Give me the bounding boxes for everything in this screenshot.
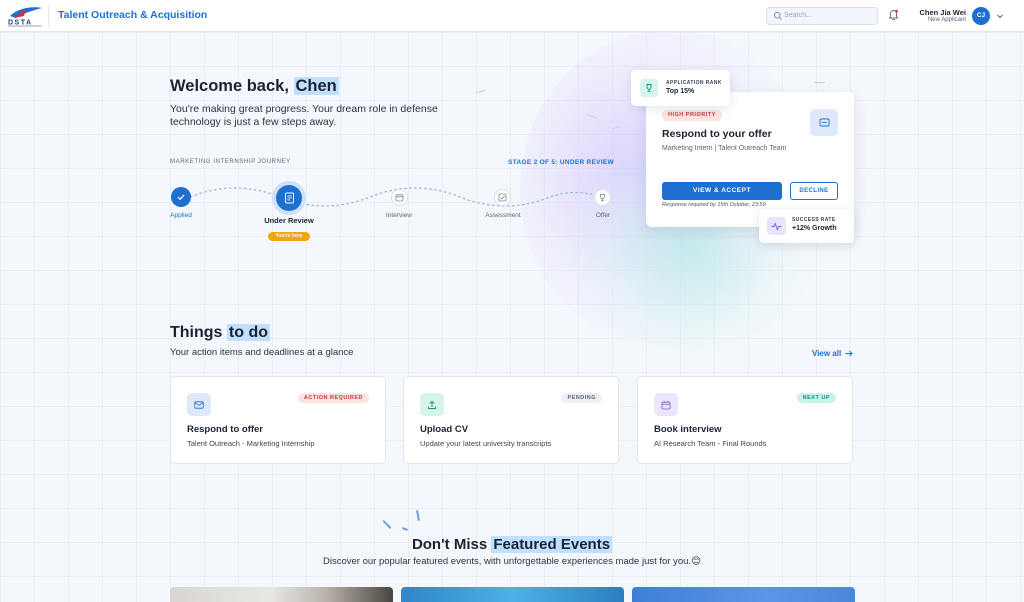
offer-deadline: Response required by 15th October, 23:59 xyxy=(662,202,766,208)
bell-icon[interactable] xyxy=(888,9,899,21)
event-image[interactable] xyxy=(632,587,855,602)
todo-heading: Things to do xyxy=(170,324,270,342)
logo-text: DSTA xyxy=(8,20,33,27)
upload-icon xyxy=(420,393,444,416)
step-assessment[interactable] xyxy=(494,189,511,206)
mail-icon xyxy=(187,393,211,416)
step-applied[interactable] xyxy=(171,187,191,207)
view-accept-button[interactable]: VIEW & ACCEPT xyxy=(662,182,782,200)
smile-emoji: 😊 xyxy=(691,556,701,567)
search-placeholder: Search... xyxy=(784,12,813,19)
event-image[interactable] xyxy=(170,587,393,602)
app-title[interactable]: Talent Outreach & Acquisition xyxy=(58,9,207,21)
trophy-icon xyxy=(640,79,658,97)
action-required-badge: ACTION REQUIRED xyxy=(297,393,369,403)
task-subtitle: AI Research Team - Final Rounds xyxy=(654,439,767,448)
application-rank-card: APPLICATION RANK Top 15% xyxy=(631,70,730,106)
stage-label: STAGE 2 OF 5: UNDER REVIEW xyxy=(508,159,614,166)
search-icon xyxy=(773,11,782,20)
chevron-down-icon[interactable] xyxy=(996,12,1004,20)
offer-card: HIGH PRIORITY Respond to your offer Mark… xyxy=(646,92,854,227)
search-input[interactable]: Search... xyxy=(766,7,878,25)
welcome-name: Chen xyxy=(293,77,339,95)
events-title-highlight: Featured Events xyxy=(491,536,613,553)
pending-badge: PENDING xyxy=(561,393,602,403)
task-subtitle: Talent Outreach - Marketing Internship xyxy=(187,439,315,448)
divider xyxy=(48,5,49,27)
grid-background xyxy=(0,32,1024,602)
step-label-assessment: Assessment xyxy=(485,212,521,219)
step-interview[interactable] xyxy=(391,189,408,206)
todo-title-prefix: Things xyxy=(170,324,223,341)
trophy-icon xyxy=(600,193,605,202)
journey-label: MARKETING INTERNSHIP JOURNEY xyxy=(170,159,291,165)
next-up-badge: NEXT UP xyxy=(796,393,836,403)
task-card-book-interview[interactable]: NEXT UP Book interview AI Research Team … xyxy=(637,376,853,464)
task-title: Respond to offer xyxy=(187,424,263,435)
document-icon xyxy=(284,192,294,204)
rank-value: Top 15% xyxy=(666,88,695,95)
priority-badge: HIGH PRIORITY xyxy=(662,110,722,121)
avatar[interactable]: CJ xyxy=(972,7,990,25)
step-offer[interactable] xyxy=(594,189,611,206)
events-heading: Don't Miss Featured Events xyxy=(0,536,1024,553)
step-under-review[interactable] xyxy=(276,185,302,211)
arrow-right-icon xyxy=(845,350,854,356)
calendar-icon xyxy=(654,393,678,416)
calendar-icon xyxy=(395,194,404,202)
step-label-applied: Applied xyxy=(170,212,192,219)
decline-button[interactable]: DECLINE xyxy=(790,182,838,200)
task-card-upload-cv[interactable]: PENDING Upload CV Update your latest uni… xyxy=(403,376,619,464)
top-bar: DSTA Talent Outreach & Acquisition Searc… xyxy=(0,0,1024,32)
success-rate-card: SUCCESS RATE +12% Growth xyxy=(759,209,854,243)
step-label-interview: Interview xyxy=(385,212,412,219)
offer-subtitle: Marketing Intern | Talent Outreach Team xyxy=(662,145,787,152)
events-title-prefix: Don't Miss xyxy=(411,536,488,553)
step-label-offer: Offer xyxy=(595,212,611,219)
event-image[interactable] xyxy=(401,587,624,602)
task-title: Book interview xyxy=(654,424,722,435)
events-subtitle: Discover our popular featured events, wi… xyxy=(0,556,1024,567)
view-all-link[interactable]: View all xyxy=(812,349,854,358)
offer-title: Respond to your offer xyxy=(662,128,772,140)
view-all-label: View all xyxy=(812,349,842,358)
user-name[interactable]: Chen Jia Wei xyxy=(908,8,966,17)
task-title: Upload CV xyxy=(420,424,469,435)
current-step-marker: You're here xyxy=(268,232,310,241)
task-card-respond-offer[interactable]: ACTION REQUIRED Respond to offer Talent … xyxy=(170,376,386,464)
todo-subtitle: Your action items and deadlines at a gla… xyxy=(170,347,354,358)
events-subtitle-text: Discover our popular featured events, wi… xyxy=(323,556,692,567)
dsta-logo[interactable]: DSTA xyxy=(6,4,46,28)
welcome-prefix: Welcome back, xyxy=(170,77,289,95)
welcome-subtitle: You're making great progress. Your dream… xyxy=(170,103,438,128)
user-role: New Applicant xyxy=(927,17,966,23)
mail-icon xyxy=(810,109,838,136)
step-label-under-review: Under Review xyxy=(264,216,314,225)
rank-label: APPLICATION RANK xyxy=(666,80,722,86)
task-subtitle: Update your latest university transcript… xyxy=(420,439,552,448)
checklist-icon xyxy=(498,193,507,202)
welcome-heading: Welcome back, Chen xyxy=(170,77,339,96)
check-icon xyxy=(177,194,185,201)
success-rate-value: +12% Growth xyxy=(792,225,837,232)
todo-title-highlight: to do xyxy=(226,324,270,341)
pulse-icon xyxy=(767,217,786,235)
success-rate-label: SUCCESS RATE xyxy=(792,217,836,223)
